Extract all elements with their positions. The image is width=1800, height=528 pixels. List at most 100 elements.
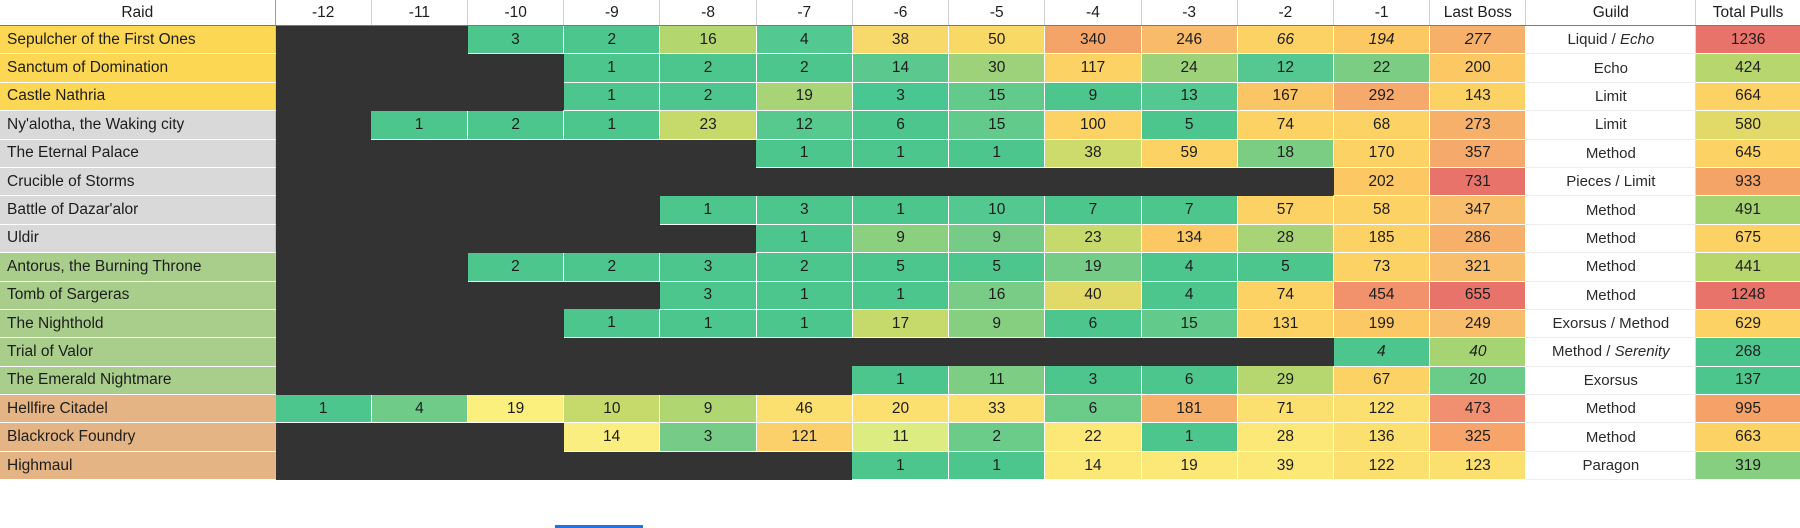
pull-cell[interactable]: 1 xyxy=(948,451,1046,481)
raid-name-cell[interactable]: The Nighthold xyxy=(0,309,276,339)
pull-cell[interactable]: 50 xyxy=(948,25,1046,55)
pull-cell-empty[interactable] xyxy=(467,82,564,111)
table-row[interactable]: Blackrock Foundry 14 3 121 11 2 22 1 28 136 325 Met… xyxy=(0,422,1800,452)
raid-name-cell[interactable]: Blackrock Foundry xyxy=(0,422,276,452)
pull-cell[interactable]: 23 xyxy=(659,110,757,140)
pull-cell[interactable]: 3 xyxy=(852,82,950,112)
pull-cell-empty[interactable] xyxy=(371,167,468,196)
pull-cell[interactable]: 14 xyxy=(563,422,661,452)
pull-cell-empty[interactable] xyxy=(1141,337,1238,367)
pull-cell[interactable]: 28 xyxy=(1237,422,1335,452)
pull-cell[interactable]: 1 xyxy=(563,110,661,140)
pull-cell[interactable]: 74 xyxy=(1237,110,1335,140)
table-row[interactable]: Uldir 1 9 9 23 134 28 185 286 Method 675 xyxy=(0,224,1800,254)
guild-cell[interactable]: Paragon xyxy=(1525,451,1697,481)
pull-cell-empty[interactable] xyxy=(467,422,564,452)
pull-cell[interactable]: 136 xyxy=(1333,422,1431,452)
raid-name-cell[interactable]: Trial of Valor xyxy=(0,337,276,367)
total-pulls-cell[interactable]: 933 xyxy=(1695,167,1800,197)
pull-cell-empty[interactable] xyxy=(371,451,468,480)
raid-name-cell[interactable]: Ny'alotha, the Waking city xyxy=(0,110,276,140)
pull-cell[interactable]: 29 xyxy=(1237,366,1335,396)
raid-name-cell[interactable]: Uldir xyxy=(0,224,276,254)
pull-cell[interactable]: 1 xyxy=(756,139,853,168)
table-row[interactable]: Antorus, the Burning Throne 2 2 3 2 5 5 19 4 5 73 3… xyxy=(0,252,1800,282)
raid-name-cell[interactable]: The Emerald Nightmare xyxy=(0,366,276,396)
last-boss-cell[interactable]: 473 xyxy=(1429,394,1527,424)
total-pulls-cell[interactable]: 424 xyxy=(1695,53,1800,83)
pull-cell-empty[interactable] xyxy=(275,139,372,168)
guild-cell[interactable]: Exorsus xyxy=(1525,366,1697,396)
pull-cell[interactable]: 18 xyxy=(1237,139,1335,168)
last-boss-cell[interactable]: 123 xyxy=(1429,451,1527,481)
pull-cell-empty[interactable] xyxy=(467,281,564,310)
pull-cell[interactable]: 2 xyxy=(563,25,661,55)
pull-cell[interactable]: 454 xyxy=(1333,281,1431,310)
pull-cell[interactable]: 9 xyxy=(948,224,1046,254)
pull-cell-empty[interactable] xyxy=(371,281,468,310)
pull-cell[interactable]: 5 xyxy=(852,252,950,282)
pull-cell[interactable]: 16 xyxy=(659,25,757,55)
pull-cell[interactable]: 71 xyxy=(1237,394,1335,424)
pull-cell[interactable]: 12 xyxy=(756,110,853,140)
column-header-8[interactable]: -8 xyxy=(659,0,757,26)
pull-cell-empty[interactable] xyxy=(563,139,660,168)
pull-cell[interactable]: 2 xyxy=(756,252,853,282)
pull-cell[interactable]: 13 xyxy=(1141,82,1238,112)
pull-cell[interactable]: 14 xyxy=(852,53,950,83)
pull-cell-empty[interactable] xyxy=(852,337,949,367)
pull-cell[interactable]: 17 xyxy=(852,309,950,339)
column-header-3[interactable]: -3 xyxy=(1141,0,1238,26)
table-row[interactable]: Trial of Valor 4 40 Method / Serenity 268 xyxy=(0,337,1800,367)
pull-cell[interactable]: 1 xyxy=(756,281,853,310)
pull-cell[interactable]: 19 xyxy=(467,394,565,424)
pull-cell[interactable]: 1 xyxy=(852,366,950,396)
pull-cell[interactable]: 1 xyxy=(1141,422,1238,452)
pull-cell[interactable]: 117 xyxy=(1044,53,1142,83)
pull-cell[interactable]: 5 xyxy=(1237,252,1335,282)
last-boss-cell[interactable]: 321 xyxy=(1429,252,1527,282)
pull-cell-empty[interactable] xyxy=(563,195,660,225)
guild-cell[interactable]: Method xyxy=(1525,422,1697,452)
last-boss-cell[interactable]: 357 xyxy=(1429,139,1527,168)
pull-cell-empty[interactable] xyxy=(756,167,853,196)
pull-cell[interactable]: 22 xyxy=(1044,422,1142,452)
pull-cell[interactable]: 4 xyxy=(1141,281,1238,310)
pull-cell-empty[interactable] xyxy=(467,224,564,253)
guild-cell[interactable]: Echo xyxy=(1525,53,1697,83)
pull-cell-empty[interactable] xyxy=(659,224,757,253)
raid-name-cell[interactable]: Crucible of Storms xyxy=(0,167,276,197)
column-header-2[interactable]: -2 xyxy=(1237,0,1335,26)
column-header-11[interactable]: -11 xyxy=(371,0,469,26)
pull-cell[interactable]: 9 xyxy=(659,394,757,424)
pull-cell-empty[interactable] xyxy=(275,451,372,480)
pull-cell[interactable]: 2 xyxy=(659,82,757,112)
column-header-7[interactable]: -7 xyxy=(756,0,853,26)
pull-cell-empty[interactable] xyxy=(563,167,660,196)
pull-cell-empty[interactable] xyxy=(275,224,372,253)
pull-cell-empty[interactable] xyxy=(371,337,468,367)
pull-cell[interactable]: 131 xyxy=(1237,309,1335,339)
pull-cell[interactable]: 66 xyxy=(1237,25,1335,55)
pull-cell-empty[interactable] xyxy=(371,366,468,395)
total-pulls-cell[interactable]: 675 xyxy=(1695,224,1800,254)
pull-cell[interactable]: 2 xyxy=(467,110,565,140)
table-row[interactable]: Sepulcher of the First Ones 3 2 16 4 38 50 340 2… xyxy=(0,25,1800,55)
pull-cell[interactable]: 12 xyxy=(1237,53,1335,83)
guild-cell[interactable]: Method xyxy=(1525,224,1697,254)
total-pulls-cell[interactable]: 268 xyxy=(1695,337,1800,367)
guild-cell[interactable]: Method xyxy=(1525,252,1697,282)
pull-cell-empty[interactable] xyxy=(852,167,949,196)
pull-cell[interactable]: 1 xyxy=(275,394,372,424)
pull-cell[interactable]: 9 xyxy=(852,224,950,254)
pull-cell[interactable]: 199 xyxy=(1333,309,1431,339)
total-pulls-cell[interactable]: 319 xyxy=(1695,451,1800,481)
guild-cell[interactable]: Method xyxy=(1525,195,1697,225)
pull-cell[interactable]: 5 xyxy=(948,252,1046,282)
pull-cell[interactable]: 1 xyxy=(756,224,853,254)
table-row[interactable]: Sanctum of Domination 1 2 2 14 30 117 24 12 22 200… xyxy=(0,53,1800,83)
column-header-guild[interactable]: Guild xyxy=(1525,0,1697,26)
raid-name-cell[interactable]: Sanctum of Domination xyxy=(0,53,276,83)
pull-cell[interactable]: 2 xyxy=(948,422,1046,452)
pull-cell[interactable]: 11 xyxy=(948,366,1046,396)
